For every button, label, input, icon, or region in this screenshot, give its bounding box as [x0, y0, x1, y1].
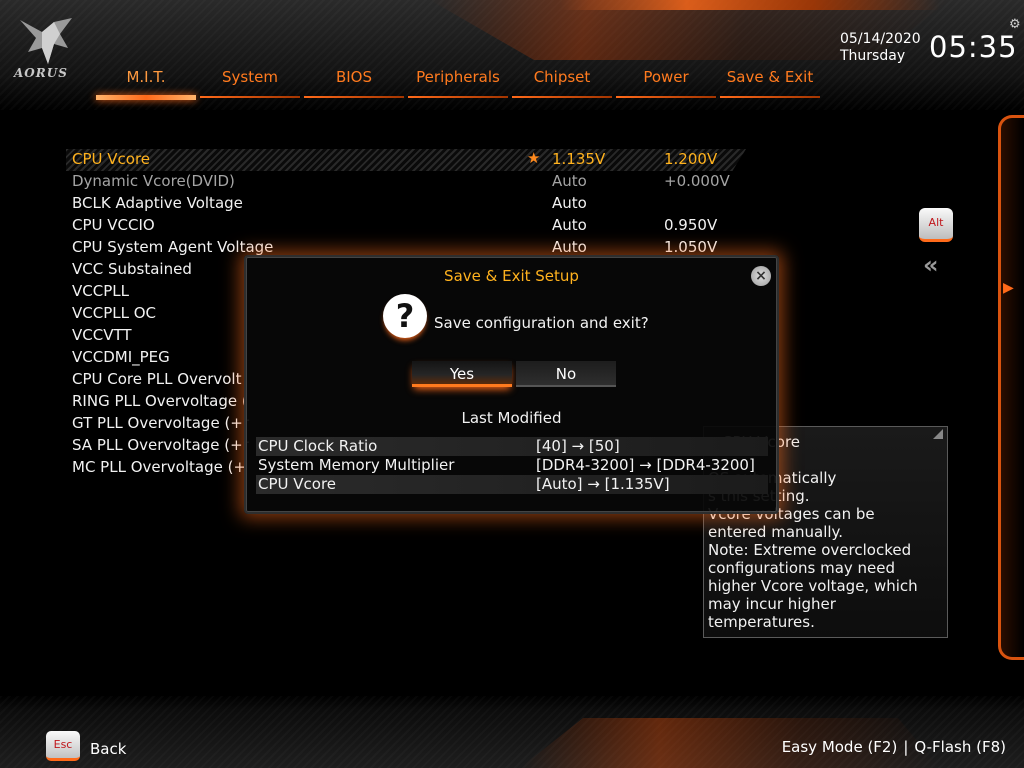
question-icon: ? [383, 294, 427, 338]
setting-current-value: 1.200V [664, 150, 718, 168]
tab-system[interactable]: System [200, 64, 300, 100]
tab-power[interactable]: Power [616, 64, 716, 100]
setting-label: CPU System Agent Voltage [72, 238, 274, 256]
back-label[interactable]: Back [90, 740, 126, 758]
setting-row-dynamic-vcore[interactable]: Dynamic Vcore(DVID) Auto +0.000V [66, 171, 746, 193]
help-text-line: temperatures. [708, 613, 815, 631]
change-value: [Auto] → [1.135V] [536, 475, 670, 493]
setting-value: Auto [552, 172, 587, 190]
chevron-right-icon: ▶ [1003, 280, 1014, 296]
setting-label: VCCDMI_PEG [72, 348, 170, 366]
tab-chipset[interactable]: Chipset [512, 64, 612, 100]
day-text: Thursday [840, 48, 906, 64]
change-name: System Memory Multiplier [258, 456, 455, 474]
dialog-title: Save & Exit Setup [444, 267, 579, 285]
no-button[interactable]: No [516, 361, 616, 387]
close-icon[interactable]: × [751, 266, 771, 286]
setting-current-value: +0.000V [664, 172, 730, 190]
help-text-line: higher Vcore voltage, which [708, 577, 918, 595]
setting-label: RING PLL Overvoltage ( [72, 392, 248, 410]
setting-label: CPU Vcore [72, 150, 151, 168]
help-text-line: configurations may need [708, 559, 896, 577]
changes-list: CPU Clock Ratio [40] → [50] System Memor… [256, 437, 768, 494]
setting-label: VCCPLL OC [72, 304, 157, 322]
change-row: CPU Vcore [Auto] → [1.135V] [256, 475, 768, 494]
esc-key-button[interactable]: Esc [46, 731, 80, 761]
tab-mit[interactable]: M.I.T. [96, 64, 196, 100]
footer-shortcuts: Easy Mode (F2) | Q-Flash (F8) [782, 738, 1006, 756]
setting-label: SA PLL Overvoltage (+r [72, 436, 249, 454]
brand-logo-text: AORUS [14, 66, 68, 80]
dialog-question: Save configuration and exit? [434, 314, 649, 332]
gear-icon[interactable]: ⚙ [1009, 18, 1023, 32]
help-text-line: Note: Extreme overclocked [708, 541, 912, 559]
change-row: CPU Clock Ratio [40] → [50] [256, 437, 768, 456]
setting-label: Dynamic Vcore(DVID) [72, 172, 235, 190]
setting-label: BCLK Adaptive Voltage [72, 194, 243, 212]
change-row: System Memory Multiplier [DDR4-3200] → [… [256, 456, 768, 475]
star-icon[interactable]: ★ [527, 149, 540, 167]
double-chevron-left-icon[interactable]: « [923, 251, 938, 279]
setting-value: 1.135V [552, 150, 606, 168]
setting-label: MC PLL Overvoltage (+ [72, 458, 247, 476]
tab-save-exit[interactable]: Save & Exit [720, 64, 820, 100]
clock-display: 05:35 [929, 30, 1018, 64]
setting-value: Auto [552, 216, 587, 234]
side-panel-handle[interactable]: ▶ [998, 115, 1024, 660]
header-stripe [560, 0, 940, 10]
setting-row-cpu-vcore[interactable]: CPU Vcore ★ 1.135V 1.200V [66, 149, 746, 171]
save-exit-dialog: Save & Exit Setup × ? Save configuration… [244, 255, 779, 514]
change-name: CPU Vcore [258, 475, 337, 493]
tab-bios[interactable]: BIOS [304, 64, 404, 100]
setting-current-value: 0.950V [664, 216, 718, 234]
last-modified-heading: Last Modified [461, 409, 562, 427]
setting-row-bclk-adaptive-voltage[interactable]: BCLK Adaptive Voltage Auto [66, 193, 746, 215]
corner-fold-icon [933, 429, 943, 439]
change-name: CPU Clock Ratio [258, 437, 378, 455]
date-text: 05/14/2020 [840, 31, 921, 47]
main-nav: M.I.T. System BIOS Peripherals Chipset P… [96, 64, 824, 100]
setting-label: GT PLL Overvoltage (+r [72, 414, 250, 432]
setting-row-cpu-vccio[interactable]: CPU VCCIO Auto 0.950V [66, 215, 746, 237]
setting-label: VCC Substained [72, 260, 192, 278]
alt-key-button[interactable]: Alt [919, 208, 953, 242]
setting-value: Auto [552, 194, 587, 212]
tab-peripherals[interactable]: Peripherals [408, 64, 508, 100]
yes-button[interactable]: Yes [412, 361, 512, 387]
qflash-link[interactable]: Q-Flash (F8) [914, 738, 1006, 756]
help-text-line: entered manually. [708, 523, 844, 541]
setting-label: VCCPLL [72, 282, 129, 300]
setting-label: CPU Core PLL Overvolt [72, 370, 242, 388]
change-value: [40] → [50] [536, 437, 620, 455]
date-display: 05/14/2020 Thursday [840, 31, 921, 65]
setting-label: CPU VCCIO [72, 216, 155, 234]
change-value: [DDR4-3200] → [DDR4-3200] [536, 456, 755, 474]
setting-value: Auto [552, 238, 587, 256]
setting-label: VCCVTT [72, 326, 132, 344]
setting-current-value: 1.050V [664, 238, 718, 256]
help-text-line: may incur higher [708, 595, 836, 613]
footer-separator: | [903, 738, 909, 756]
easy-mode-link[interactable]: Easy Mode (F2) [782, 738, 898, 756]
